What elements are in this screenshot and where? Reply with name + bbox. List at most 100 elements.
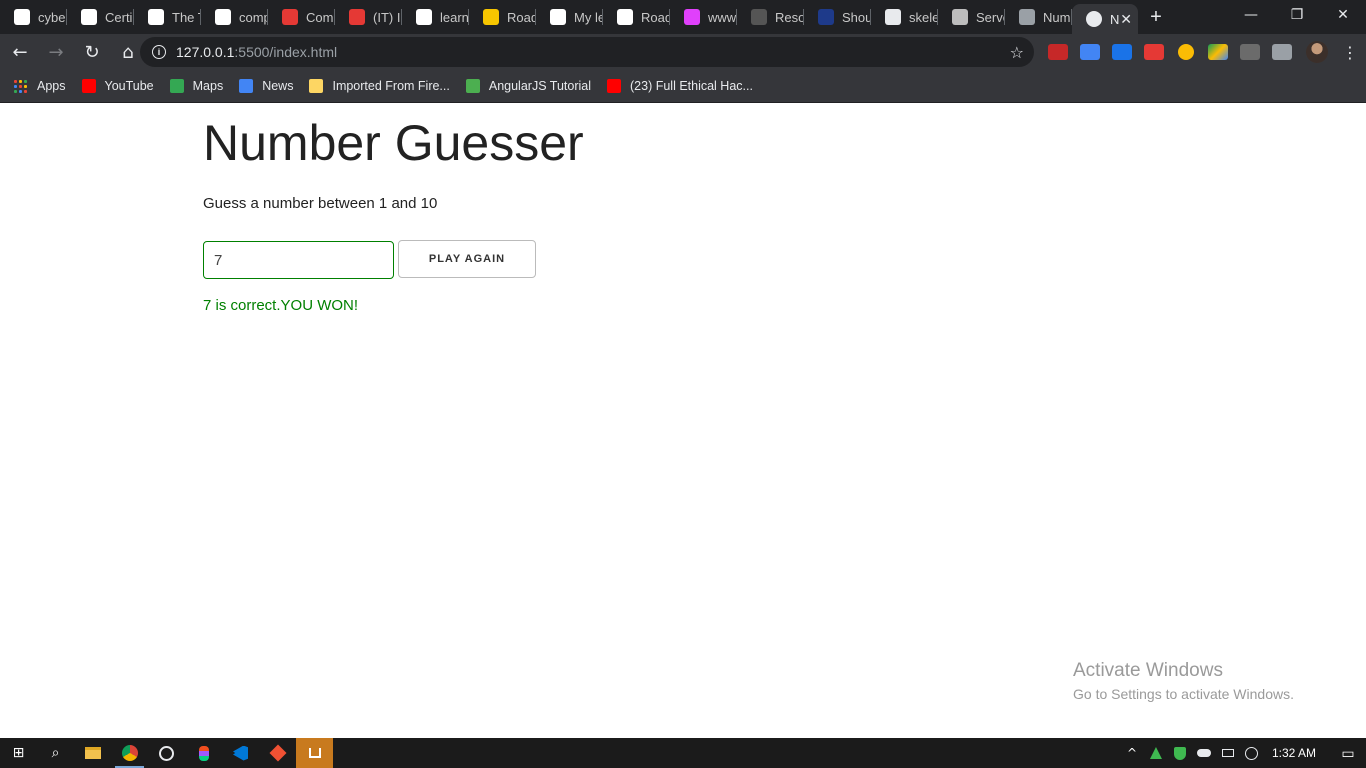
system-tray: ^ 1:32 AM ▭ (1120, 738, 1366, 768)
drive-extension-icon[interactable] (1208, 44, 1228, 60)
pdf-extension-icon[interactable] (1144, 44, 1164, 60)
tab-title: Serve (976, 9, 1005, 25)
tab-title: skele (909, 9, 938, 25)
browser-tab[interactable]: cyber (0, 0, 67, 34)
chrome-icon[interactable] (111, 738, 148, 768)
translate-extension-icon[interactable] (1080, 44, 1100, 60)
youtube-icon (607, 79, 621, 93)
browser-tab[interactable]: Serve (938, 0, 1005, 34)
browser-tab[interactable]: The T (134, 0, 201, 34)
nvidia-icon[interactable] (1144, 747, 1168, 759)
tab-title: My le (574, 9, 603, 25)
bookmark-label: Imported From Fire... (332, 79, 450, 93)
copy-extension-icon[interactable] (1240, 44, 1260, 60)
windows-taskbar: ⊞ ⌕ ^ 1:32 AM ▭ (0, 738, 1366, 768)
browser-tab[interactable]: Num (1005, 0, 1072, 34)
bookmark-item[interactable]: News (239, 79, 293, 93)
browser-tab[interactable]: Road (603, 0, 670, 34)
browser-tab[interactable]: My le (536, 0, 603, 34)
battery-icon[interactable] (1216, 749, 1240, 757)
browser-tab-active[interactable]: N ✕ (1072, 4, 1138, 34)
result-message: 7 is correct.YOU WON! (203, 297, 359, 314)
tab-title: Road (507, 9, 536, 25)
browser-menu-icon[interactable]: ⋮ (1342, 43, 1358, 62)
guess-input[interactable] (203, 241, 394, 279)
tab-title: Resou (775, 9, 804, 25)
restore-button[interactable]: ❐ (1274, 0, 1320, 30)
medium-icon (550, 9, 566, 25)
site-info-icon[interactable]: i (152, 45, 166, 59)
youtube-icon (81, 79, 96, 93)
browser-tab[interactable]: comp (201, 0, 268, 34)
file-explorer-icon[interactable] (74, 738, 111, 768)
browser-tab[interactable]: Road (469, 0, 536, 34)
tutorial-icon (465, 79, 480, 93)
bookmark-item[interactable]: Maps (169, 79, 224, 93)
docs-extension-icon[interactable] (1112, 44, 1132, 60)
clock[interactable]: 1:32 AM (1272, 746, 1316, 760)
back-button[interactable]: ← (4, 36, 36, 68)
browser-tab[interactable]: (IT) Ir (335, 0, 402, 34)
bookmark-label: News (262, 79, 294, 93)
action-center-icon[interactable]: ▭ (1330, 745, 1366, 762)
vscode-icon[interactable] (222, 738, 259, 768)
bookmark-label: Apps (37, 79, 66, 93)
bookmark-item[interactable]: (23) Full Ethical Hac... (607, 79, 753, 93)
google-icon (416, 9, 432, 25)
google-icon (215, 9, 231, 25)
browser-tab[interactable]: Certi (67, 0, 134, 34)
tab-title: www (708, 9, 737, 25)
bookmark-star-icon[interactable]: ☆ (1010, 43, 1024, 62)
address-bar[interactable]: i 127.0.0.1:5500/index.html ☆ (140, 37, 1034, 67)
start-button[interactable]: ⊞ (0, 738, 37, 768)
browser-tab[interactable]: Resou (737, 0, 804, 34)
reload-button[interactable]: ↻ (76, 36, 108, 68)
downloads-icon[interactable] (296, 738, 333, 768)
c-icon (349, 9, 365, 25)
bookmark-label: (23) Full Ethical Hac... (630, 79, 753, 93)
close-window-button[interactable]: ✕ (1320, 0, 1366, 30)
url-path: :5500/index.html (234, 44, 338, 60)
colorzilla-extension-icon[interactable] (1178, 44, 1194, 60)
app-icon[interactable] (148, 738, 185, 768)
figma-icon[interactable] (185, 738, 222, 768)
bookmark-item[interactable]: Apps (14, 79, 66, 93)
bookmark-item[interactable]: YouTube (81, 79, 154, 93)
network-icon[interactable] (1240, 746, 1264, 760)
browser-tab[interactable]: skele (871, 0, 938, 34)
puzzle-extensions-icon[interactable] (1272, 44, 1292, 60)
browser-tab[interactable]: learn (402, 0, 469, 34)
page-icon (952, 9, 968, 25)
css-icon (684, 9, 700, 25)
onedrive-icon[interactable] (1192, 749, 1216, 757)
bookmark-item[interactable]: Imported From Fire... (309, 79, 450, 93)
globe-icon (1086, 11, 1102, 27)
defender-icon[interactable] (1168, 746, 1192, 760)
profile-avatar[interactable] (1306, 41, 1328, 63)
tab-title: Certi (105, 9, 133, 25)
play-again-button[interactable]: PLAY AGAIN (398, 240, 536, 278)
close-tab-icon[interactable]: ✕ (1120, 11, 1132, 28)
browser-tab[interactable]: Com (268, 0, 335, 34)
bookmark-label: Maps (192, 79, 224, 93)
maps-icon (169, 79, 184, 93)
minimize-button[interactable]: — (1228, 0, 1274, 30)
bookmark-label: AngularJS Tutorial (488, 79, 591, 93)
browser-tab[interactable]: Shou (804, 0, 871, 34)
tab-title: cyber (38, 9, 67, 25)
watermark-title: Activate Windows (1073, 660, 1223, 681)
git-icon[interactable] (259, 738, 296, 768)
search-button[interactable]: ⌕ (37, 738, 74, 768)
show-hidden-icons-chevron[interactable]: ^ (1120, 746, 1144, 760)
book-extension-icon[interactable] (1048, 44, 1068, 60)
tab-title: (IT) Ir (373, 9, 402, 25)
github-icon (751, 9, 767, 25)
browser-tab[interactable]: www (670, 0, 737, 34)
bookmark-item[interactable]: AngularJS Tutorial (465, 79, 591, 93)
tab-title: N (1110, 11, 1120, 27)
page-viewport: Number Guesser Guess a number between 1 … (0, 104, 1366, 738)
globe-icon (1019, 9, 1035, 25)
new-tab-button[interactable]: + (1138, 0, 1174, 34)
forward-button[interactable]: → (40, 36, 72, 68)
news-icon (239, 79, 254, 93)
